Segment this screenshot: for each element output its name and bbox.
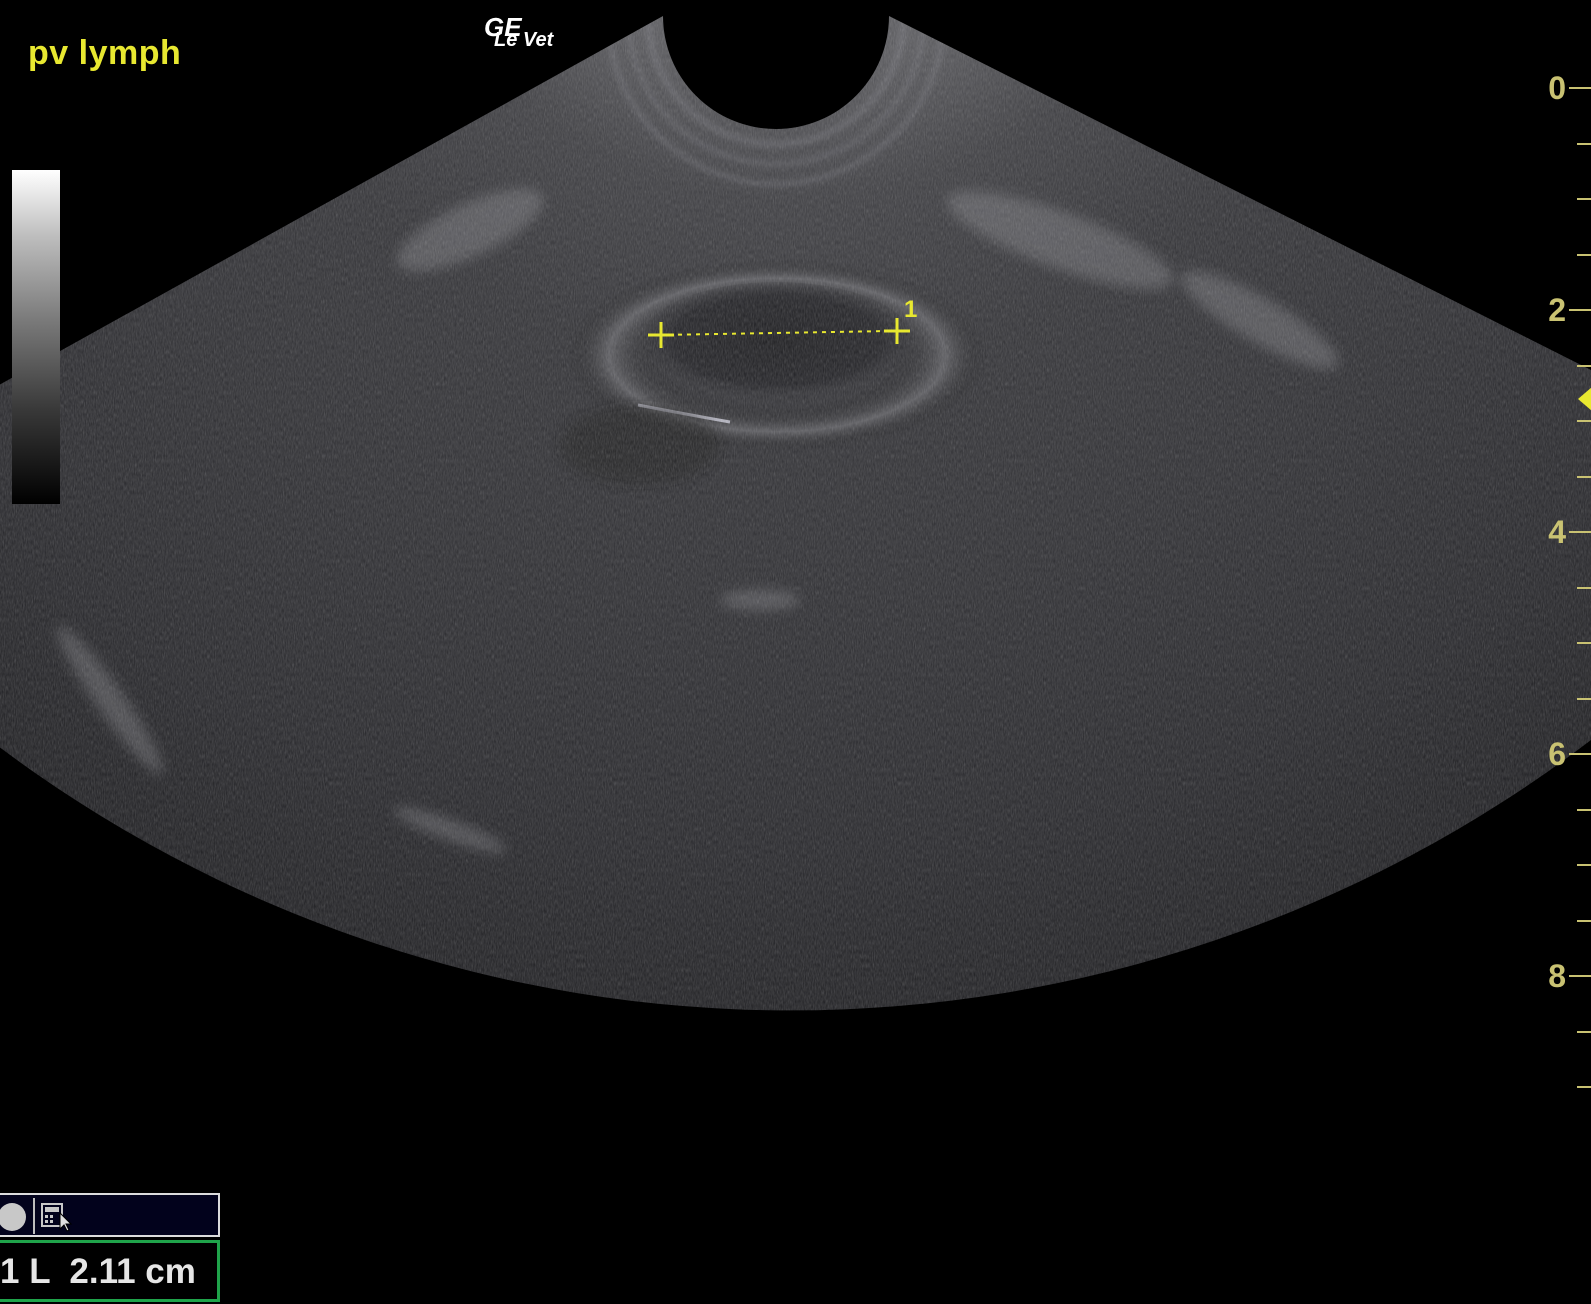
depth-major-tick	[1569, 753, 1591, 755]
depth-minor-tick	[1577, 253, 1591, 256]
logo-model: Le Vet	[494, 29, 554, 51]
depth-minor-tick	[1577, 420, 1591, 422]
ultrasound-viewport: pv lymph GE Le Vet 1 0 2 4 6 8 1 L 2.11 cm	[0, 0, 1591, 1304]
measurement-result-text: 1 L 2.11 cm	[0, 1252, 196, 1291]
depth-minor-tick	[1577, 198, 1591, 200]
depth-label: 8	[1548, 958, 1566, 994]
caliper-index-label: 1	[904, 296, 918, 323]
image-annotation-label: pv lymph	[28, 34, 182, 72]
record-circle-icon[interactable]	[0, 1203, 26, 1231]
depth-minor-tick	[1577, 364, 1591, 367]
depth-major-tick	[1569, 531, 1591, 533]
depth-major-tick	[1569, 87, 1591, 89]
grayscale-bar	[12, 170, 60, 504]
depth-minor-tick	[1577, 1030, 1591, 1033]
measurement-toolbar	[0, 1193, 220, 1237]
depth-minor-tick	[1577, 697, 1591, 700]
depth-minor-tick	[1577, 642, 1591, 644]
ultrasound-image	[0, 16, 1591, 1011]
depth-label: 0	[1548, 70, 1566, 106]
depth-scale: 0 2 4 6 8	[1500, 0, 1591, 1304]
depth-minor-tick	[1577, 586, 1591, 589]
depth-label: 4	[1548, 514, 1566, 550]
depth-minor-tick	[1577, 1086, 1591, 1088]
depth-label: 6	[1548, 736, 1566, 772]
calculator-cursor-icon[interactable]	[40, 1199, 74, 1233]
ge-logo: GE Le Vet	[484, 14, 553, 50]
depth-minor-tick	[1577, 864, 1591, 866]
depth-minor-tick	[1577, 142, 1591, 145]
depth-major-tick	[1569, 975, 1591, 977]
depth-minor-tick	[1577, 475, 1591, 478]
focus-marker-icon[interactable]	[1578, 386, 1591, 411]
depth-label: 2	[1548, 292, 1566, 328]
depth-major-tick	[1569, 309, 1591, 311]
depth-minor-tick	[1577, 919, 1591, 922]
measurement-result-box[interactable]: 1 L 2.11 cm	[0, 1240, 220, 1302]
depth-minor-tick	[1577, 808, 1591, 811]
toolbar-divider	[33, 1198, 35, 1234]
